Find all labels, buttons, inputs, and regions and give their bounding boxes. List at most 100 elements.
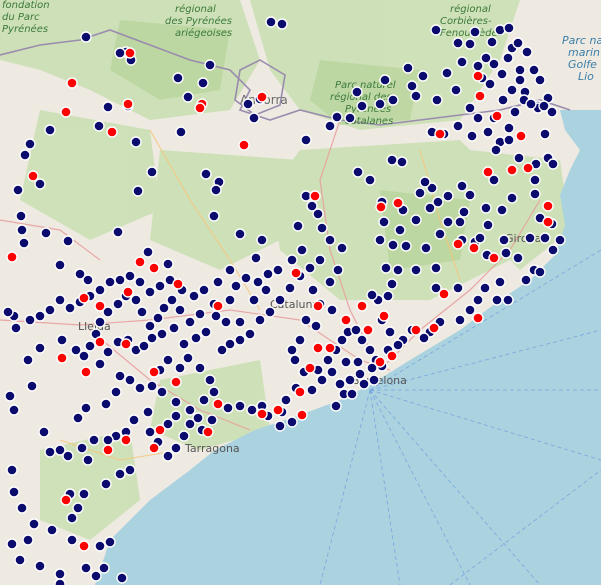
map-marker-red[interactable] <box>27 170 39 182</box>
map-marker-navy[interactable] <box>464 304 476 316</box>
map-marker-navy[interactable] <box>22 354 34 366</box>
map-marker-navy[interactable] <box>410 264 422 276</box>
map-marker-navy[interactable] <box>300 134 312 146</box>
map-marker-navy[interactable] <box>262 268 274 280</box>
map-marker-navy[interactable] <box>94 284 106 296</box>
map-marker-navy[interactable] <box>234 400 246 412</box>
map-marker-navy[interactable] <box>506 84 518 96</box>
map-marker-navy[interactable] <box>154 280 166 292</box>
map-marker-navy[interactable] <box>379 74 391 86</box>
map-marker-navy[interactable] <box>324 276 336 288</box>
map-marker-navy[interactable] <box>387 94 399 106</box>
map-marker-navy[interactable] <box>28 518 40 530</box>
map-marker-navy[interactable] <box>170 442 182 454</box>
map-marker-red[interactable] <box>309 190 321 202</box>
map-marker-red[interactable] <box>304 362 316 374</box>
map-marker-navy[interactable] <box>382 290 394 302</box>
map-marker-navy[interactable] <box>146 380 158 392</box>
map-marker-navy[interactable] <box>234 228 246 240</box>
map-marker-navy[interactable] <box>464 38 476 50</box>
map-marker-navy[interactable] <box>124 464 136 476</box>
map-marker-navy[interactable] <box>98 562 110 574</box>
map-marker-navy[interactable] <box>194 362 206 374</box>
map-marker-navy[interactable] <box>316 374 328 386</box>
map-marker-navy[interactable] <box>496 204 508 216</box>
map-marker-navy[interactable] <box>182 91 194 103</box>
map-marker-navy[interactable] <box>144 320 156 332</box>
map-marker-navy[interactable] <box>208 210 220 222</box>
map-marker-red[interactable] <box>356 300 368 312</box>
map-marker-red[interactable] <box>6 251 18 263</box>
map-marker-navy[interactable] <box>222 402 234 414</box>
map-marker-navy[interactable] <box>170 410 182 422</box>
map-marker-navy[interactable] <box>142 246 154 258</box>
map-marker-navy[interactable] <box>396 156 408 168</box>
map-marker-navy[interactable] <box>94 358 106 370</box>
map-marker-navy[interactable] <box>76 442 88 454</box>
map-marker-navy[interactable] <box>366 289 378 301</box>
map-marker-navy[interactable] <box>289 354 301 366</box>
map-marker-navy[interactable] <box>502 294 514 306</box>
map-marker-navy[interactable] <box>188 290 200 302</box>
map-marker-navy[interactable] <box>414 187 426 199</box>
map-marker-navy[interactable] <box>182 352 194 364</box>
map-marker-navy[interactable] <box>307 284 319 296</box>
map-marker-navy[interactable] <box>356 100 368 112</box>
map-marker-navy[interactable] <box>386 154 398 166</box>
map-marker-navy[interactable] <box>292 220 304 232</box>
map-marker-navy[interactable] <box>56 334 68 346</box>
map-marker-navy[interactable] <box>124 374 136 386</box>
map-marker-navy[interactable] <box>16 224 28 236</box>
map-marker-red[interactable] <box>106 126 118 138</box>
map-marker-red[interactable] <box>474 90 486 102</box>
map-marker-navy[interactable] <box>547 244 559 256</box>
map-marker-navy[interactable] <box>102 434 114 446</box>
map-marker-navy[interactable] <box>442 190 454 202</box>
map-marker-red[interactable] <box>194 102 206 114</box>
map-marker-navy[interactable] <box>212 276 224 288</box>
map-marker-navy[interactable] <box>184 404 196 416</box>
map-marker-navy[interactable] <box>128 414 140 426</box>
map-marker-navy[interactable] <box>402 62 414 74</box>
map-marker-navy[interactable] <box>274 294 286 306</box>
map-marker-navy[interactable] <box>431 94 443 106</box>
map-marker-navy[interactable] <box>322 354 334 366</box>
map-marker-navy[interactable] <box>554 234 566 246</box>
map-marker-navy[interactable] <box>114 47 126 59</box>
map-marker-navy[interactable] <box>80 562 92 574</box>
map-marker-navy[interactable] <box>434 228 446 240</box>
map-marker-red[interactable] <box>434 128 446 140</box>
map-marker-navy[interactable] <box>472 112 484 124</box>
map-marker-navy[interactable] <box>534 74 546 86</box>
map-marker-red[interactable] <box>172 278 184 290</box>
map-marker-navy[interactable] <box>387 239 399 251</box>
map-marker-navy[interactable] <box>368 374 380 386</box>
map-marker-navy[interactable] <box>162 450 174 462</box>
map-marker-navy[interactable] <box>265 16 277 28</box>
map-marker-navy[interactable] <box>326 304 338 316</box>
map-marker-navy[interactable] <box>430 24 442 36</box>
map-marker-navy[interactable] <box>256 234 268 246</box>
map-marker-red[interactable] <box>124 47 136 59</box>
map-marker-navy[interactable] <box>142 406 154 418</box>
map-marker-navy[interactable] <box>100 398 112 410</box>
map-marker-navy[interactable] <box>114 274 126 286</box>
map-marker-navy[interactable] <box>417 70 429 82</box>
map-marker-navy[interactable] <box>482 219 494 231</box>
map-marker-red[interactable] <box>272 404 284 416</box>
map-marker-red[interactable] <box>148 262 160 274</box>
map-marker-red[interactable] <box>60 106 72 118</box>
map-marker-navy[interactable] <box>208 386 220 398</box>
map-marker-red[interactable] <box>148 442 160 454</box>
map-marker-navy[interactable] <box>220 316 232 328</box>
map-marker-navy[interactable] <box>419 176 431 188</box>
map-marker-navy[interactable] <box>394 224 406 236</box>
map-marker-navy[interactable] <box>498 234 510 246</box>
map-marker-navy[interactable] <box>18 237 30 249</box>
map-marker-navy[interactable] <box>502 52 514 64</box>
map-marker-navy[interactable] <box>344 374 356 386</box>
map-marker-navy[interactable] <box>272 264 284 276</box>
map-marker-navy[interactable] <box>450 84 462 96</box>
map-marker-navy[interactable] <box>144 286 156 298</box>
map-marker-navy[interactable] <box>512 37 524 49</box>
